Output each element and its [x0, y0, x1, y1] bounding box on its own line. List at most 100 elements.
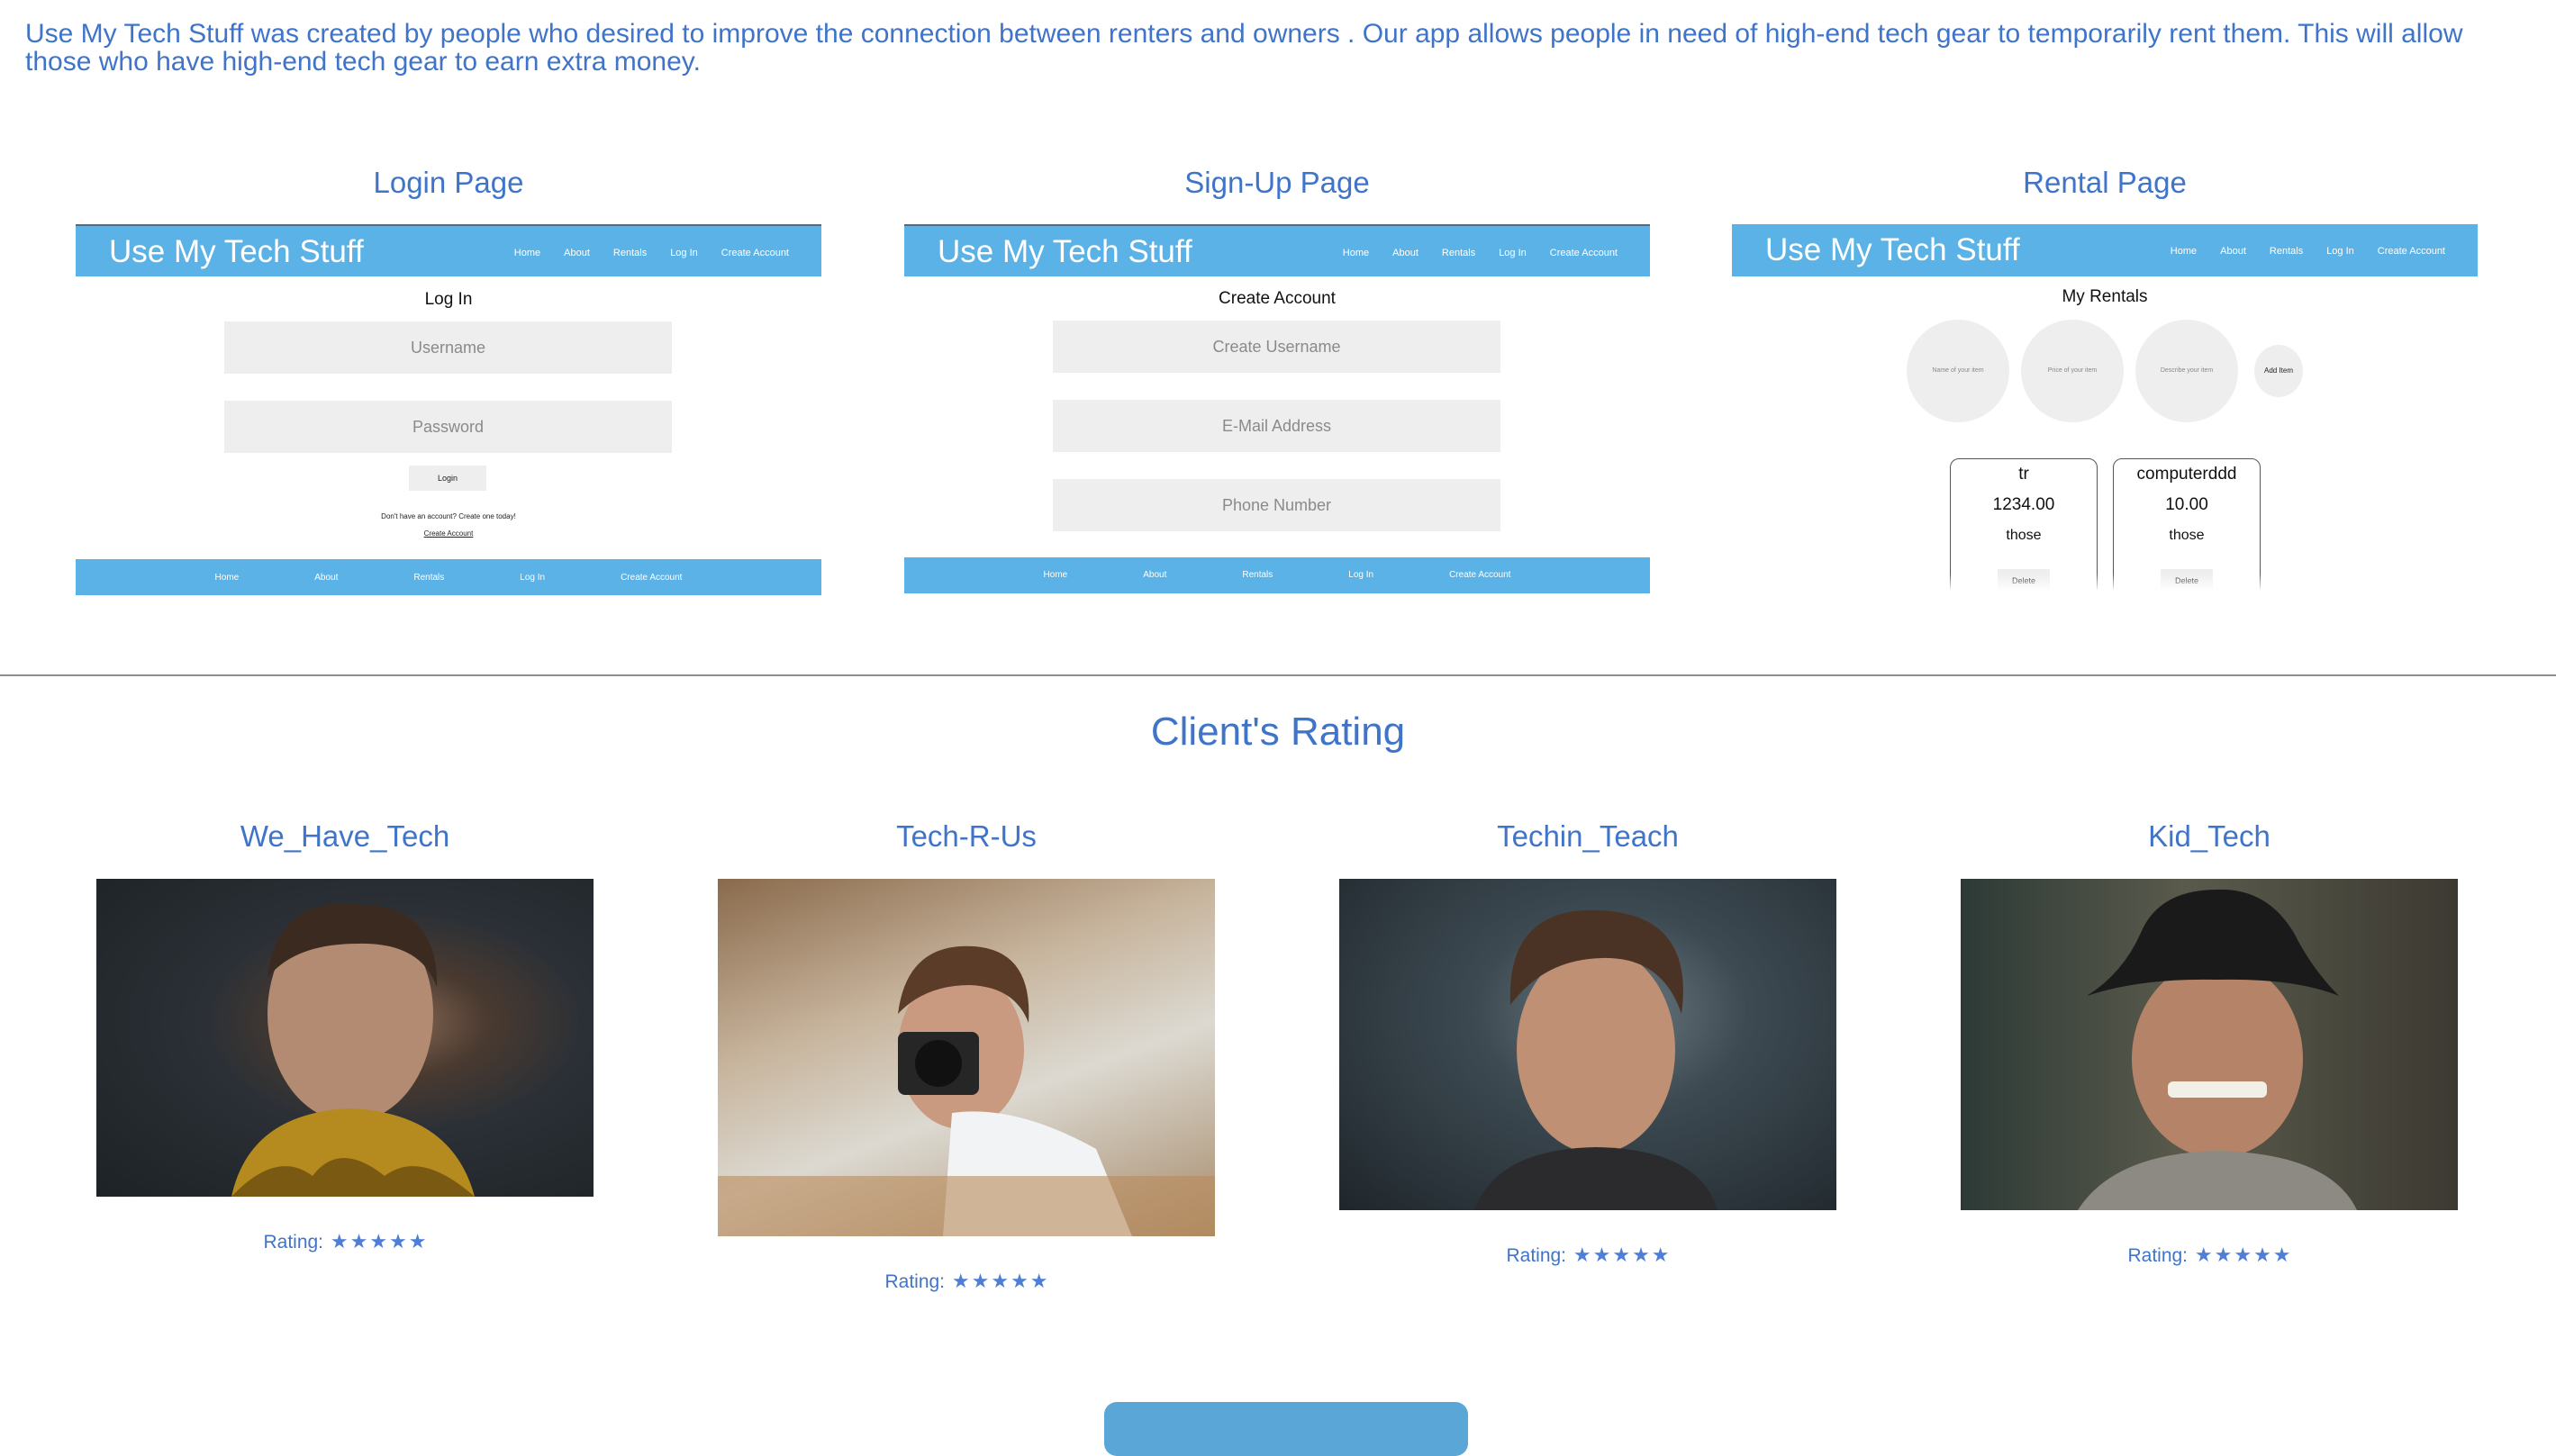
nav-login[interactable]: Log In [670, 248, 698, 258]
intro-text: Use My Tech Stuff was created by people … [25, 19, 2463, 77]
star-icon: ★ [1651, 1243, 1670, 1266]
navbar: Use My Tech Stuff Home About Rentals Log… [76, 224, 821, 276]
star-icon: ★ [369, 1230, 388, 1253]
star-icon: ★ [330, 1230, 349, 1253]
nav-rentals[interactable]: Rentals [613, 248, 647, 258]
rental-item-card: tr 1234.00 those Delete [1950, 458, 2098, 590]
signup-page-title: Sign-Up Page [1184, 166, 1370, 199]
nav-about[interactable]: About [2220, 246, 2246, 257]
client-name: Tech-R-Us [896, 819, 1037, 853]
client-photo [96, 879, 594, 1197]
navbar: Use My Tech Stuff Home About Rentals Log… [1732, 224, 2478, 276]
client-rating: Rating: ★★★★★ [30, 1230, 660, 1253]
client-rating: Rating: ★★★★★ [1273, 1243, 1903, 1267]
footer-about[interactable]: About [1143, 570, 1166, 580]
portrait-image [1474, 909, 1718, 1210]
nav-links: Home About Rentals Log In Create Account [514, 248, 789, 258]
item-price: 1234.00 [1992, 495, 2055, 514]
rating-label: Rating: [884, 1271, 946, 1292]
nav-create-account[interactable]: Create Account [2378, 246, 2445, 257]
fade-overlay [1732, 574, 2478, 590]
nav-create-account[interactable]: Create Account [1550, 248, 1618, 258]
client-rating: Rating: ★★★★★ [651, 1270, 1282, 1293]
client-photo [1339, 879, 1836, 1210]
nav-create-account[interactable]: Create Account [721, 248, 789, 258]
rental-item-card: computerddd 10.00 those Delete [2113, 458, 2261, 590]
navbar: Use My Tech Stuff Home About Rentals Log… [904, 224, 1650, 276]
photographer-image [718, 945, 1215, 1236]
phone-field[interactable] [1053, 479, 1500, 531]
star-icon: ★ [1632, 1243, 1650, 1266]
rating-label: Rating: [1506, 1245, 1567, 1266]
client-rating: Rating: ★★★★★ [1894, 1243, 2524, 1267]
item-description: those [2169, 528, 2205, 543]
star-icon: ★ [1011, 1270, 1029, 1292]
star-icon: ★ [1592, 1243, 1611, 1266]
star-icon: ★ [2234, 1243, 2252, 1266]
login-page-screenshot: Use My Tech Stuff Home About Rentals Log… [76, 224, 821, 597]
nav-about[interactable]: About [1392, 248, 1418, 258]
rental-page-screenshot: Use My Tech Stuff Home About Rentals Log… [1732, 224, 2478, 590]
footer-create-account[interactable]: Create Account [1449, 570, 1510, 580]
footer-home[interactable]: Home [1044, 570, 1068, 580]
brand-logo[interactable]: Use My Tech Stuff [1765, 232, 2020, 268]
nav-links: Home About Rentals Log In Create Account [1343, 248, 1618, 258]
nav-about[interactable]: About [564, 248, 590, 258]
footer-bar: Home About Rentals Log In Create Account [76, 559, 821, 595]
footer-login[interactable]: Log In [520, 573, 545, 583]
create-account-link[interactable]: Create Account [76, 529, 821, 538]
footer-rentals[interactable]: Rentals [413, 573, 444, 583]
client-name: Kid_Tech [2148, 819, 2270, 853]
password-field[interactable] [224, 401, 672, 453]
footer-links: Home About Rentals Log In Create Account [76, 573, 821, 583]
login-page-title: Login Page [373, 166, 524, 199]
portrait-image [231, 903, 475, 1197]
nav-home[interactable]: Home [514, 248, 540, 258]
item-name: computerddd [2136, 465, 2237, 484]
rating-label: Rating: [263, 1232, 324, 1253]
star-icon: ★ [1573, 1243, 1591, 1266]
footer-rentals[interactable]: Rentals [1242, 570, 1273, 580]
client-name: We_Have_Tech [240, 819, 450, 853]
client-photo [718, 879, 1215, 1236]
star-icon: ★ [349, 1230, 368, 1253]
email-field[interactable] [1053, 400, 1500, 452]
star-icon: ★ [389, 1230, 407, 1253]
rental-page-title: Rental Page [2023, 166, 2187, 199]
my-rentals-heading: My Rentals [2062, 287, 2148, 306]
nav-login[interactable]: Log In [1499, 248, 1527, 258]
create-username-field[interactable] [1053, 321, 1500, 373]
nav-rentals[interactable]: Rentals [1442, 248, 1475, 258]
star-icon: ★ [971, 1270, 990, 1292]
footer-create-account[interactable]: Create Account [621, 573, 682, 583]
nav-login[interactable]: Log In [2326, 246, 2354, 257]
add-item-button[interactable]: Add Item [2254, 345, 2303, 397]
star-icon: ★ [991, 1270, 1010, 1292]
nav-rentals[interactable]: Rentals [2270, 246, 2303, 257]
star-icon: ★ [1029, 1270, 1048, 1292]
client-rating-heading: Client's Rating [1150, 710, 1406, 754]
form-heading: Create Account [1219, 289, 1336, 308]
bottom-action-button[interactable] [1104, 1402, 1468, 1456]
item-description-input[interactable]: Describe your item [2135, 320, 2238, 422]
star-icon: ★ [408, 1230, 427, 1253]
footer-about[interactable]: About [314, 573, 338, 583]
client-name: Techin_Teach [1497, 819, 1679, 853]
footer-home[interactable]: Home [215, 573, 240, 583]
star-icon: ★ [951, 1270, 970, 1292]
username-field[interactable] [224, 321, 672, 374]
nav-home[interactable]: Home [1343, 248, 1369, 258]
brand-logo[interactable]: Use My Tech Stuff [109, 234, 364, 270]
brand-logo[interactable]: Use My Tech Stuff [938, 234, 1192, 270]
portrait-image [2078, 889, 2357, 1210]
item-description: those [2006, 528, 2042, 543]
footer-login[interactable]: Log In [1348, 570, 1373, 580]
signup-prompt: Don't have an account? Create one today! [381, 512, 516, 520]
star-icon: ★ [2272, 1243, 2291, 1266]
login-button[interactable]: Login [409, 466, 486, 491]
star-icon: ★ [1612, 1243, 1631, 1266]
item-name-input[interactable]: Name of your item [1907, 320, 2009, 422]
item-price-input[interactable]: Price of your item [2021, 320, 2124, 422]
nav-home[interactable]: Home [2171, 246, 2197, 257]
footer-bar: Home About Rentals Log In Create Account [904, 557, 1650, 593]
